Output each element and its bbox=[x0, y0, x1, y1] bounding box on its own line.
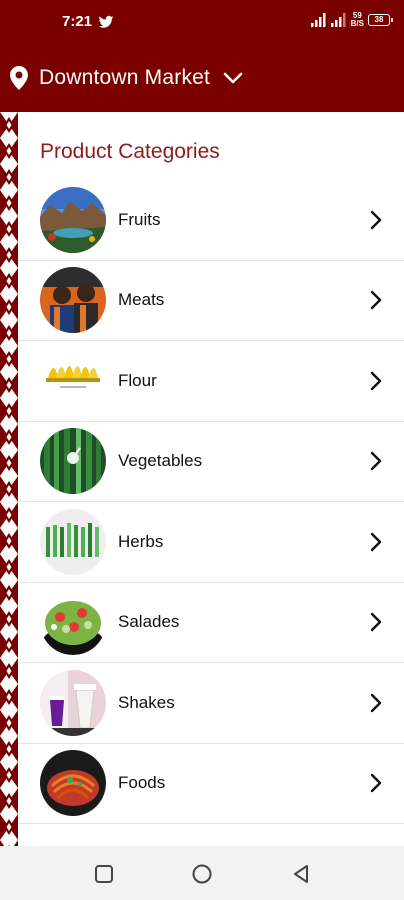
category-label: Meats bbox=[118, 290, 165, 310]
category-label: Fruits bbox=[118, 209, 161, 229]
category-label: Shakes bbox=[118, 692, 175, 712]
category-label: Vegetables bbox=[118, 451, 203, 471]
circle-icon[interactable] bbox=[191, 863, 213, 885]
chevron-right-icon bbox=[370, 291, 382, 310]
category-label: Foods bbox=[118, 773, 166, 793]
category-row-vegetables[interactable]: Vegetables bbox=[18, 422, 404, 502]
category-list: Fruits Meats Flour Vegetables Herbs Sala… bbox=[18, 180, 404, 824]
status-time: 7:21 bbox=[62, 13, 93, 30]
chevron-right-icon bbox=[370, 452, 382, 471]
category-row-shakes[interactable]: Shakes bbox=[18, 663, 404, 744]
chevron-right-icon bbox=[370, 774, 382, 793]
category-image-salades bbox=[40, 589, 106, 656]
battery-icon: 38 bbox=[368, 14, 393, 26]
category-image-foods bbox=[40, 750, 106, 817]
network-speed: 59 B/S bbox=[351, 12, 364, 28]
chevron-right-icon bbox=[370, 613, 382, 632]
category-label: Salades bbox=[118, 612, 180, 632]
chevron-right-icon bbox=[370, 693, 382, 712]
category-image-meats bbox=[40, 267, 106, 334]
chevron-right-icon bbox=[370, 371, 382, 390]
section-title: Product Categories bbox=[40, 140, 220, 163]
category-label: Flour bbox=[118, 370, 157, 390]
app-bar: Downtown Market bbox=[0, 44, 404, 112]
category-image-herbs bbox=[40, 508, 106, 575]
category-row-fruits[interactable]: Fruits bbox=[18, 180, 404, 261]
twitter-icon bbox=[98, 15, 114, 28]
location-pin-icon bbox=[10, 66, 28, 90]
triangle-back-icon[interactable] bbox=[290, 863, 312, 885]
chevron-down-icon[interactable] bbox=[223, 71, 243, 85]
market-selector[interactable]: Downtown Market bbox=[39, 66, 210, 90]
system-nav-bar bbox=[0, 846, 404, 900]
main-content: Product Categories Fruits Meats Flour Ve… bbox=[18, 112, 404, 846]
category-image-vegetables bbox=[40, 428, 106, 495]
category-row-salades[interactable]: Salades bbox=[18, 583, 404, 663]
category-row-flour[interactable]: Flour bbox=[18, 341, 404, 422]
category-label: Herbs bbox=[118, 531, 164, 551]
category-image-fruits bbox=[40, 186, 106, 253]
speed-unit: B/S bbox=[350, 19, 364, 28]
decorative-side-pattern bbox=[0, 112, 18, 846]
status-icons: 59 B/S 38 bbox=[310, 12, 393, 28]
square-icon[interactable] bbox=[93, 863, 115, 885]
category-row-meats[interactable]: Meats bbox=[18, 261, 404, 341]
category-row-foods[interactable]: Foods bbox=[18, 744, 404, 824]
category-image-flour bbox=[40, 347, 106, 414]
chevron-right-icon bbox=[370, 532, 382, 551]
category-row-herbs[interactable]: Herbs bbox=[18, 502, 404, 583]
chevron-right-icon bbox=[370, 210, 382, 229]
signal-icon-2 bbox=[330, 13, 346, 27]
status-bar: 7:21 59 B/S 38 bbox=[0, 0, 404, 44]
category-image-shakes bbox=[40, 669, 106, 736]
signal-icon bbox=[310, 13, 326, 27]
